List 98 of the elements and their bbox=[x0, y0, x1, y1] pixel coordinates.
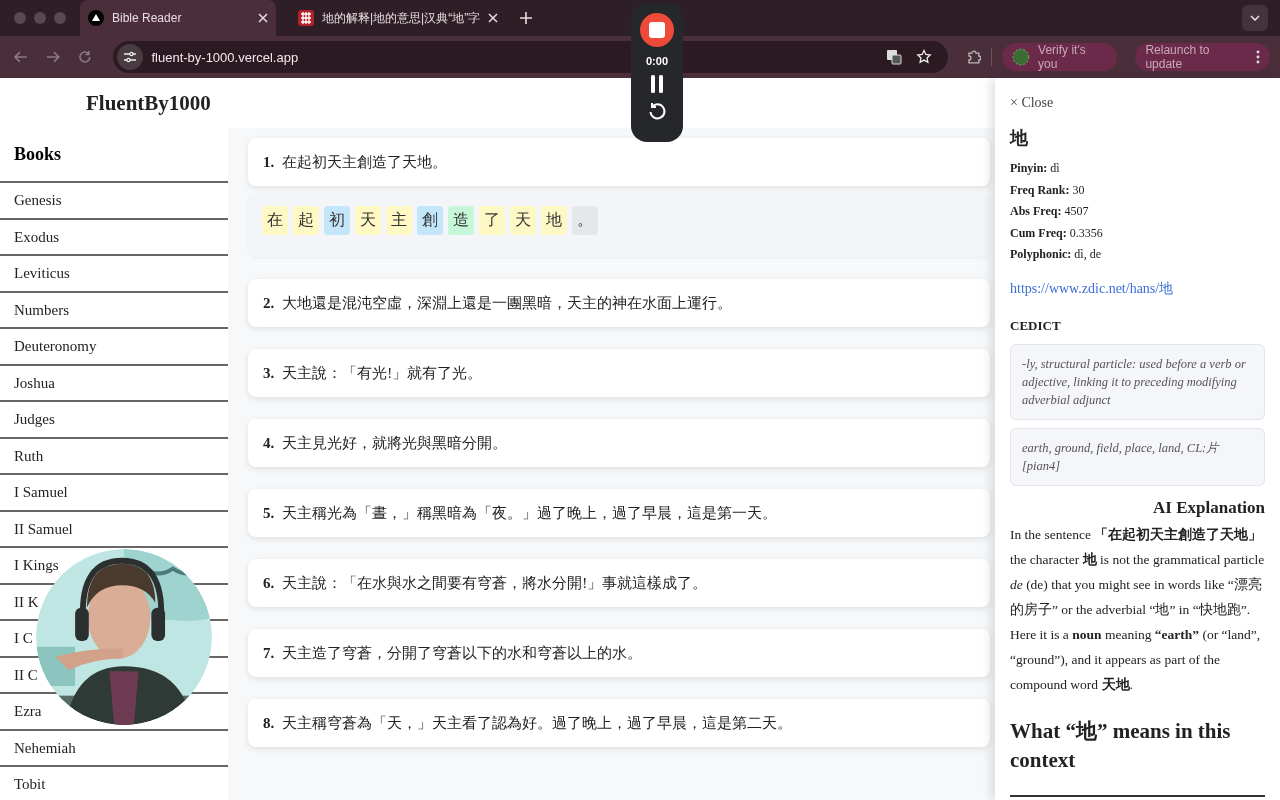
sliders-icon bbox=[123, 51, 138, 63]
verse-number: 8. bbox=[263, 714, 275, 732]
verse-text: 天主造了穹蒼，分開了穹蒼以下的水和穹蒼以上的水。 bbox=[282, 643, 643, 663]
puzzle-icon[interactable] bbox=[965, 49, 982, 65]
verse-text: 在起初天主創造了天地。 bbox=[282, 152, 448, 172]
browser-tab[interactable]: 地的解释|地的意思|汉典“地”字 bbox=[290, 0, 507, 36]
translate-icon[interactable] bbox=[885, 49, 902, 65]
book-item[interactable]: Genesis bbox=[14, 192, 62, 208]
more-icon bbox=[1256, 50, 1260, 64]
verse-card[interactable]: 7. 天主造了穹蒼，分開了穹蒼以下的水和穹蒼以上的水。 bbox=[248, 629, 990, 677]
forward-icon[interactable] bbox=[45, 51, 60, 63]
verse-text: 天主稱光為「晝，」稱黑暗為「夜。」過了晚上，過了早晨，這是第一天。 bbox=[282, 503, 778, 523]
verse-text: 天主說：「在水與水之間要有穹蒼，將水分開!」事就這樣成了。 bbox=[282, 573, 708, 593]
verse-number: 1. bbox=[263, 153, 275, 171]
stop-button[interactable] bbox=[640, 13, 674, 47]
info-line: Pinyin: dì bbox=[1010, 160, 1061, 177]
stop-icon bbox=[649, 22, 665, 38]
character-chip[interactable]: 了 bbox=[479, 206, 505, 235]
book-item[interactable]: Ezra bbox=[14, 703, 42, 719]
tab-search-button[interactable] bbox=[1242, 5, 1268, 31]
window-control-icon bbox=[54, 12, 66, 24]
verse-card[interactable]: 2. 大地還是混沌空虛，深淵上還是一團黑暗，天主的神在水面上運行。 bbox=[248, 279, 990, 327]
book-item[interactable]: Numbers bbox=[14, 301, 69, 318]
verse-number: 6. bbox=[263, 574, 275, 592]
book-item[interactable]: II C bbox=[14, 666, 38, 683]
verse-text: 大地還是混沌空虛，深淵上還是一團黑暗，天主的神在水面上運行。 bbox=[282, 293, 733, 313]
book-item[interactable]: I Samuel bbox=[14, 484, 68, 500]
character-heading: 地 bbox=[1010, 127, 1029, 150]
book-item[interactable]: Joshua bbox=[14, 374, 55, 391]
character-chip[interactable]: 起 bbox=[293, 206, 319, 235]
url-text: fluent-by-1000.vercel.app bbox=[151, 49, 299, 65]
verse-text: 天主說：「有光!」就有了光。 bbox=[282, 363, 483, 383]
verse-card[interactable]: 1. 在起初天主創造了天地。 bbox=[248, 138, 990, 186]
verse-number: 7. bbox=[263, 644, 275, 662]
section-heading: What “地” means in this context bbox=[1010, 717, 1232, 774]
chevron-down-icon bbox=[1250, 15, 1260, 21]
window-control-icon bbox=[34, 12, 46, 24]
recording-timer: 0:00 bbox=[646, 55, 668, 67]
info-line: Polyphonic: dì, de bbox=[1010, 246, 1102, 263]
close-icon[interactable] bbox=[258, 13, 268, 23]
close-link[interactable]: × Close bbox=[1010, 95, 1265, 111]
character-chip[interactable]: 地 bbox=[541, 206, 567, 235]
avatar-icon bbox=[1012, 48, 1031, 66]
book-item[interactable]: I C bbox=[14, 630, 33, 646]
verse-number: 2. bbox=[263, 294, 275, 312]
verse-card[interactable]: 6. 天主說：「在水與水之間要有穹蒼，將水分開!」事就這樣成了。 bbox=[248, 559, 990, 607]
tab-title: Bible Reader bbox=[112, 11, 183, 25]
back-icon[interactable] bbox=[14, 51, 28, 63]
character-chip[interactable]: 主 bbox=[386, 206, 412, 235]
close-icon[interactable] bbox=[488, 13, 499, 23]
character-chip[interactable]: 造 bbox=[448, 206, 474, 235]
window-control-icon bbox=[14, 12, 26, 24]
site-icon bbox=[298, 10, 314, 26]
character-chip[interactable]: 。 bbox=[572, 206, 598, 235]
info-line: Freq Rank: 30 bbox=[1010, 181, 1086, 199]
browser-tab[interactable]: Bible Reader bbox=[80, 0, 276, 36]
verse-card[interactable]: 8. 天主稱穹蒼為「天，」天主看了認為好。過了晚上，過了早晨，這是第二天。 bbox=[248, 699, 990, 747]
verse-card[interactable]: 5. 天主稱光為「晝，」稱黑暗為「夜。」過了晚上，過了早晨，這是第一天。 bbox=[248, 489, 990, 537]
section-heading: CEDICT bbox=[1010, 317, 1062, 334]
new-tab-icon[interactable] bbox=[520, 12, 533, 24]
explanation-text: In the sentence 「在起初天主創造了天地」 the character 地 is not the grammatical particle de (de) that you might see in words like “漂亮的房子” or the adverbial “地” in “快地跑”. Here it is a noun meaning “earth” (or “land”, “ground”), and it appears as part of the compound word 天地. bbox=[1010, 525, 1265, 694]
book-item[interactable]: Nehemiah bbox=[14, 739, 76, 756]
book-item[interactable]: Leviticus bbox=[14, 265, 70, 281]
book-item[interactable]: I Kings bbox=[14, 557, 59, 573]
verify-button[interactable]: Verify it's you bbox=[1002, 43, 1118, 71]
relaunch-button[interactable]: Relaunch to update bbox=[1135, 43, 1270, 71]
book-item[interactable]: Ruth bbox=[14, 447, 44, 464]
verse-card[interactable]: 3. 天主說：「有光!」就有了光。 bbox=[248, 349, 990, 397]
definition-card: earth, ground, field, place, land, CL:片[pian4] bbox=[1010, 427, 1265, 486]
section-heading: AI Explanation bbox=[1152, 497, 1265, 518]
character-chip[interactable]: 天 bbox=[355, 206, 381, 235]
book-item[interactable]: Exodus bbox=[14, 228, 59, 245]
book-item[interactable]: II Samuel bbox=[14, 520, 73, 537]
book-item[interactable]: II K bbox=[14, 593, 39, 610]
restart-icon[interactable] bbox=[647, 101, 667, 121]
character-chip[interactable]: 天 bbox=[510, 206, 536, 235]
book-item[interactable]: Judges bbox=[14, 411, 55, 427]
tab-title: 地的解释|地的意思|汉典“地”字 bbox=[322, 9, 481, 27]
info-line: Abs Freq: 4507 bbox=[1010, 203, 1090, 220]
book-item[interactable]: Deuteronomy bbox=[14, 338, 97, 354]
character-chip[interactable]: 創 bbox=[417, 206, 443, 235]
verse-number: 4. bbox=[263, 434, 275, 452]
verse-number: 5. bbox=[263, 504, 275, 522]
character-chip[interactable]: 初 bbox=[324, 206, 350, 235]
star-icon[interactable] bbox=[915, 49, 932, 65]
book-item[interactable]: Tobit bbox=[14, 776, 46, 792]
app-logo: FluentBy1000 bbox=[86, 90, 211, 116]
verse-number: 3. bbox=[263, 364, 275, 382]
verse-text: 天主稱穹蒼為「天，」天主看了認為好。過了晚上，過了早晨，這是第二天。 bbox=[282, 713, 793, 733]
reload-icon[interactable] bbox=[77, 50, 92, 64]
verse-card[interactable]: 4. 天主見光好，就將光與黑暗分開。 bbox=[248, 419, 990, 467]
dictionary-link[interactable]: https://www.zdic.net/hans/地 bbox=[1010, 279, 1265, 298]
definition-card: -ly, structural particle: used before a verb or adjective, linking it to preceding modifying adverbial adjunct bbox=[1010, 343, 1265, 420]
verse-text: 天主見光好，就將光與黑暗分開。 bbox=[282, 433, 508, 453]
character-chip[interactable]: 在 bbox=[262, 206, 288, 235]
pause-icon[interactable] bbox=[650, 75, 664, 93]
info-line: Cum Freq: 0.3356 bbox=[1010, 224, 1104, 242]
site-settings-button[interactable] bbox=[117, 44, 144, 70]
